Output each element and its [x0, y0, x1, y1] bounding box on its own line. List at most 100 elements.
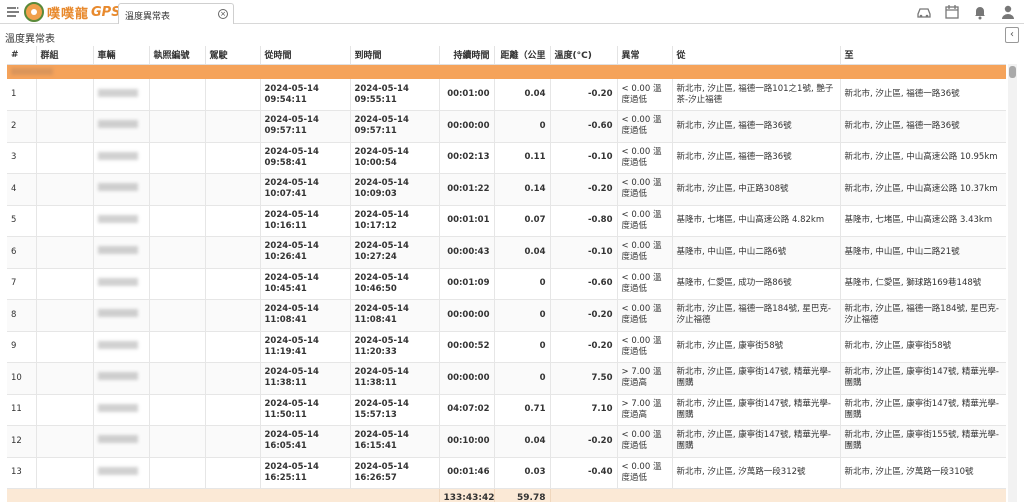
cell-abnormal: < 0.00 溫度過低 — [617, 205, 673, 237]
page-title: 溫度異常表 — [5, 34, 55, 45]
col-header-index[interactable]: # — [7, 46, 37, 65]
cell-driver — [205, 268, 261, 300]
col-header-to[interactable]: 至 — [840, 46, 1006, 65]
table-row[interactable]: 5 2024-05-14 10:16:11 2024-05-14 10:17:12 0… — [7, 205, 1006, 237]
table-row[interactable]: 6 2024-05-14 10:26:41 2024-05-14 10:27:24 0… — [7, 236, 1006, 269]
cell-group — [36, 236, 94, 269]
cell-duration: 00:00:00 — [439, 362, 495, 395]
report-table-container: # 群組 車輛 執照編號 駕駛 從時間 到時間 持續時間 距離（公里 溫度(°C… — [7, 46, 1006, 502]
table-row[interactable]: 4 2024-05-14 10:07:41 2024-05-14 10:09:03 0… — [7, 173, 1006, 206]
cell-license — [149, 173, 206, 206]
bell-icon[interactable] — [972, 4, 988, 20]
table-row[interactable]: 13 2024-05-14 16:25:11 2024-05-14 16:26:57… — [7, 457, 1006, 489]
cell-to: 新北市, 汐止區, 康寧街58號 — [840, 331, 1006, 363]
cell-from-time: 2024-05-14 09:58:41 — [260, 142, 351, 174]
cell-temperature: -0.40 — [550, 457, 618, 489]
cell-abnormal: < 0.00 溫度過低 — [617, 110, 673, 143]
cell-distance: 0.71 — [494, 394, 551, 426]
table-row[interactable]: 7 2024-05-14 10:45:41 2024-05-14 10:46:50 0… — [7, 268, 1006, 300]
col-header-temperature[interactable]: 溫度(°C) — [550, 46, 618, 65]
cell-temperature: -0.10 — [550, 142, 618, 174]
cell-abnormal: < 0.00 溫度過低 — [617, 331, 673, 363]
cell-abnormal: < 0.00 溫度過低 — [617, 173, 673, 206]
cell-driver — [205, 299, 261, 332]
cell-vehicle — [93, 236, 150, 269]
total-duration: 133:43:42 — [439, 488, 495, 502]
cell-driver — [205, 79, 261, 111]
close-icon[interactable]: × — [218, 9, 228, 19]
scrollbar-thumb[interactable] — [1009, 66, 1016, 78]
logo-badge-icon — [24, 2, 44, 22]
cell-vehicle — [93, 299, 150, 332]
cell-duration: 00:00:52 — [439, 331, 495, 363]
col-header-group[interactable]: 群組 — [36, 46, 94, 65]
logo: 噗噗龍 GPS — [24, 2, 121, 22]
table-row[interactable]: 3 2024-05-14 09:58:41 2024-05-14 10:00:54 0… — [7, 142, 1006, 174]
table-row[interactable]: 11 2024-05-14 11:50:11 2024-05-14 15:57:13… — [7, 394, 1006, 426]
table-row[interactable]: 2 2024-05-14 09:57:11 2024-05-14 09:57:11 0… — [7, 110, 1006, 143]
cell-from: 新北市, 汐止區, 福德一路36號 — [672, 110, 841, 143]
cell-distance: 0.03 — [494, 457, 551, 489]
cell-distance: 0 — [494, 362, 551, 395]
group-row[interactable] — [7, 64, 1006, 79]
cell-from-time: 2024-05-14 09:54:11 — [260, 79, 351, 111]
cell-index: 8 — [7, 299, 37, 332]
cell-index: 9 — [7, 331, 37, 363]
top-icons — [916, 4, 1016, 20]
cell-index: 13 — [7, 457, 37, 489]
col-header-from[interactable]: 從 — [672, 46, 841, 65]
cell-temperature: -0.20 — [550, 173, 618, 206]
table-row[interactable]: 10 2024-05-14 11:38:11 2024-05-14 11:38:11… — [7, 362, 1006, 395]
cell-driver — [205, 362, 261, 395]
user-icon[interactable] — [1000, 4, 1016, 20]
cell-duration: 04:07:02 — [439, 394, 495, 426]
tab-label: 溫度異常表 — [125, 12, 171, 22]
cell-from-time: 2024-05-14 16:25:11 — [260, 457, 351, 489]
cell-to: 新北市, 汐止區, 康寧街147號, 精華光學-團購 — [840, 362, 1006, 395]
cell-from-time: 2024-05-14 10:16:11 — [260, 205, 351, 237]
vertical-scrollbar[interactable] — [1008, 64, 1017, 502]
cell-to: 新北市, 汐止區, 康寧街147號, 精華光學-團購 — [840, 394, 1006, 426]
tab-temperature-abnormal[interactable]: 溫度異常表 × — [118, 3, 234, 24]
cell-index: 11 — [7, 394, 37, 426]
cell-vehicle — [93, 362, 150, 395]
col-header-from-time[interactable]: 從時間 — [260, 46, 351, 65]
table-row[interactable]: 12 2024-05-14 16:05:41 2024-05-14 16:15:41… — [7, 425, 1006, 458]
cell-group — [36, 425, 94, 458]
table-row[interactable]: 8 2024-05-14 11:08:41 2024-05-14 11:08:41 0… — [7, 299, 1006, 332]
cell-distance: 0.04 — [494, 79, 551, 111]
cell-temperature: 7.10 — [550, 394, 618, 426]
col-header-license[interactable]: 執照編號 — [149, 46, 206, 65]
chevron-left-icon[interactable]: ‹ — [1005, 27, 1019, 43]
cell-index: 3 — [7, 142, 37, 174]
calendar-icon[interactable] — [944, 4, 960, 20]
col-header-distance[interactable]: 距離（公里 — [494, 46, 551, 65]
cell-distance: 0.04 — [494, 425, 551, 458]
cell-vehicle — [93, 331, 150, 363]
cell-group — [36, 79, 94, 111]
table-row[interactable]: 9 2024-05-14 11:19:41 2024-05-14 11:20:33 0… — [7, 331, 1006, 363]
table-row[interactable]: 1 2024-05-14 09:54:11 2024-05-14 09:55:11 0… — [7, 79, 1006, 111]
cell-duration: 00:10:00 — [439, 425, 495, 458]
cell-driver — [205, 394, 261, 426]
cell-distance: 0 — [494, 268, 551, 300]
cell-from: 新北市, 汐止區, 康寧街147號, 精華光學-團購 — [672, 362, 841, 395]
cell-temperature: -0.20 — [550, 79, 618, 111]
cell-to-time: 2024-05-14 10:17:12 — [350, 205, 440, 237]
col-header-to-time[interactable]: 到時間 — [350, 46, 440, 65]
car-icon[interactable] — [916, 4, 932, 20]
col-header-driver[interactable]: 駕駛 — [205, 46, 261, 65]
col-header-duration[interactable]: 持續時間 — [439, 46, 495, 65]
cell-driver — [205, 425, 261, 458]
col-header-vehicle[interactable]: 車輛 — [93, 46, 150, 65]
cell-vehicle — [93, 142, 150, 174]
cell-group — [36, 268, 94, 300]
cell-vehicle — [93, 425, 150, 458]
cell-to: 新北市, 汐止區, 中山高速公路 10.37km — [840, 173, 1006, 206]
cell-group — [36, 173, 94, 206]
cell-from: 新北市, 汐止區, 中正路308號 — [672, 173, 841, 206]
cell-index: 6 — [7, 236, 37, 269]
cell-index: 2 — [7, 110, 37, 143]
menu-icon[interactable] — [6, 5, 20, 19]
col-header-abnormal[interactable]: 異常 — [617, 46, 673, 65]
